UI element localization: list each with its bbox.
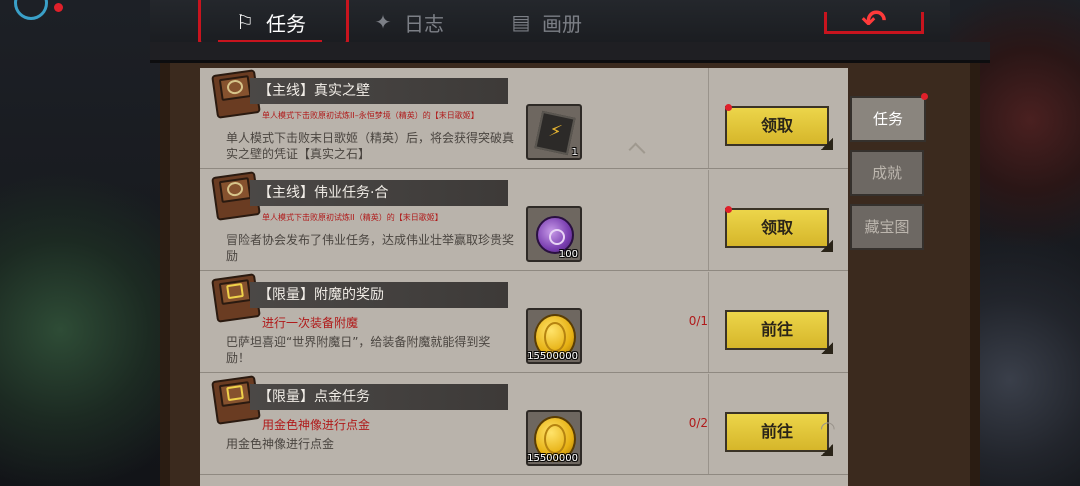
quest-progress: 0/1: [688, 314, 708, 328]
quest-icon: ⚐: [236, 10, 254, 34]
quest-info: 【主线】伟业任务·合 单人模式下击败原初试炼II（精英）的【末日歌姬】 冒险者协…: [200, 170, 708, 270]
quest-title: 【主线】真实之壁: [250, 78, 508, 104]
tab-label: 日志: [404, 11, 444, 36]
quest-requirement: 用金色神像进行点金: [262, 418, 371, 432]
rune-stone-icon: ⚡: [534, 110, 576, 156]
quest-action-cell: 领取: [708, 170, 848, 270]
badge-dot: [725, 104, 732, 111]
quest-description: 单人模式下击败末日歌姬（精英）后，将会获得突破真实之壁的凭证【真实之石】: [226, 131, 515, 161]
log-icon: ✦: [374, 10, 392, 34]
quest-list[interactable]: 【主线】真实之壁 单人模式下击败原初试炼II–永恒梦境（精英）的【末日歌姬】 单…: [200, 68, 848, 486]
claim-button[interactable]: 领取: [725, 208, 833, 252]
album-icon: ▤: [511, 10, 531, 34]
side-tab-treasure-map[interactable]: 藏宝图: [850, 204, 924, 250]
quest-requirement: 进行一次装备附魔: [262, 316, 359, 330]
quest-description: 冒险者协会发布了伟业任务，达成伟业壮举赢取珍贵奖励: [226, 233, 515, 263]
claim-button[interactable]: 领取: [725, 106, 833, 150]
reward-slot[interactable]: 15500000: [526, 410, 582, 466]
quest-row: 【主线】伟业任务·合 单人模式下击败原初试炼II（精英）的【末日歌姬】 冒险者协…: [200, 170, 848, 271]
tab-log[interactable]: ✦ 日志: [370, 4, 444, 40]
quest-row: 【限量】点金任务 用金色神像进行点金 0/2 用金色神像进行点金 1550000…: [200, 374, 848, 475]
reward-count: 100: [558, 249, 578, 260]
quest-info: 【限量】附魔的奖励 进行一次装备附魔 0/1 巴萨坦喜迎“世界附魔日”，给装备附…: [200, 272, 708, 372]
quest-requirement: 单人模式下击败原初试炼II（精英）的【末日歌姬】: [262, 213, 443, 222]
quest-progress: 0/2: [688, 416, 708, 430]
reward-count: 1: [571, 147, 578, 158]
tab-label: 任务: [266, 11, 306, 36]
tab-quests[interactable]: ⚐ 任务: [218, 4, 322, 44]
quest-description: 巴萨坦喜迎“世界附魔日”，给装备附魔就能得到奖励！: [226, 335, 491, 365]
quest-row: 【主线】真实之壁 单人模式下击败原初试炼II–永恒梦境（精英）的【末日歌姬】 单…: [200, 68, 848, 169]
side-tab-quests[interactable]: 任务: [850, 96, 926, 142]
goto-button[interactable]: 前往: [725, 310, 833, 354]
back-button[interactable]: ↶: [814, 3, 934, 39]
back-arrow-icon: ↶: [861, 3, 887, 39]
quest-info: 【主线】真实之壁 单人模式下击败原初试炼II–永恒梦境（精英）的【末日歌姬】 单…: [200, 68, 708, 168]
badge-dot: [921, 93, 928, 100]
quest-row: 【限量】附魔的奖励 进行一次装备附魔 0/1 巴萨坦喜迎“世界附魔日”，给装备附…: [200, 272, 848, 373]
reward-slot[interactable]: 15500000: [526, 308, 582, 364]
notification-dot: [54, 3, 63, 12]
badge-dot: [725, 206, 732, 213]
quest-action-cell: 领取: [708, 68, 848, 168]
tab-album[interactable]: ▤ 画册: [508, 4, 582, 40]
quest-title: 【限量】附魔的奖励: [250, 282, 508, 308]
tab-label: 画册: [542, 11, 582, 36]
goto-button[interactable]: 前往: [725, 412, 833, 456]
quest-action-cell: 前往: [708, 272, 848, 372]
quest-info: 【限量】点金任务 用金色神像进行点金 0/2 用金色神像进行点金 1550000…: [200, 374, 708, 474]
reward-count: 15500000: [527, 453, 578, 464]
reward-count: 15500000: [527, 351, 578, 362]
side-tab-achievements[interactable]: 成就: [850, 150, 924, 196]
quest-title: 【主线】伟业任务·合: [250, 180, 508, 206]
quest-description: 用金色神像进行点金: [226, 437, 335, 451]
reward-slot[interactable]: ⚡ 1: [526, 104, 582, 160]
quest-requirement: 单人模式下击败原初试炼II–永恒梦境（精英）的【末日歌姬】: [262, 111, 479, 120]
loading-spinner-icon: ◠: [820, 418, 836, 439]
quest-title: 【限量】点金任务: [250, 384, 508, 410]
reward-slot[interactable]: 100: [526, 206, 582, 262]
